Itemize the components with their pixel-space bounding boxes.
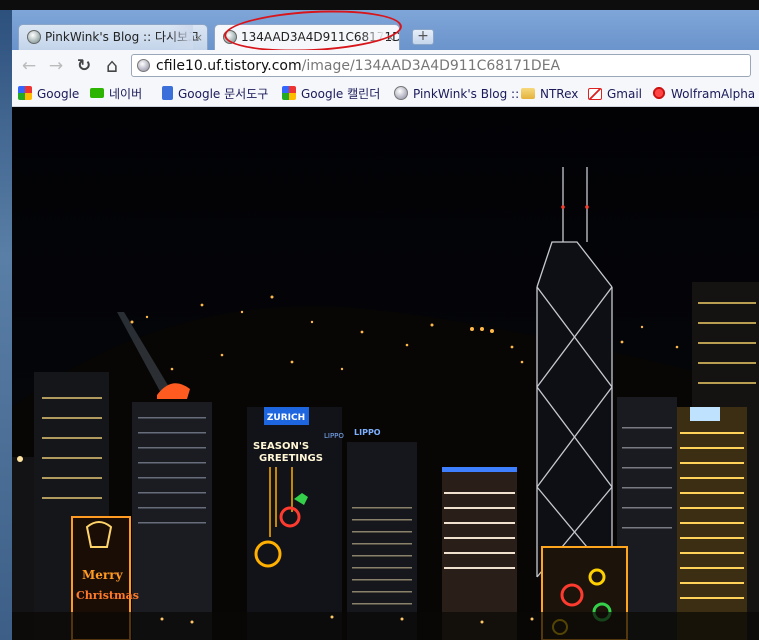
tower-flag [132, 402, 212, 640]
forward-button[interactable]: → [45, 55, 67, 77]
greetings-line-2: GREETINGS [259, 453, 323, 464]
tower-lippo [347, 442, 417, 640]
bookmark-naver[interactable]: 네이버 [90, 85, 142, 103]
tower-yellow-sign [690, 407, 720, 421]
bookmark-google-docs[interactable]: Google 문서도구 [162, 85, 268, 103]
tab-title-fade [169, 25, 193, 49]
wolfram-icon [652, 86, 666, 100]
folder-icon [521, 88, 535, 99]
navigation-toolbar: ← → ↻ ⌂ cfile10.uf.tistory.com/image/134… [12, 50, 759, 81]
building-light [17, 456, 23, 462]
page-content-image: ZURICH SEASON'S GREETINGS LIPPO LIPPO Me… [12, 107, 759, 640]
home-button[interactable]: ⌂ [101, 55, 123, 77]
lippo-sign: LIPPO [354, 428, 381, 437]
reload-button[interactable]: ↻ [73, 55, 95, 77]
night-skyline-photo: ZURICH SEASON'S GREETINGS LIPPO LIPPO Me… [12, 107, 759, 640]
tab-strip: PinkWink's Blog :: 다시보고 × 134AAD3A4D911C… [12, 6, 759, 56]
tab-pinkwink-blog[interactable]: PinkWink's Blog :: 다시보고 × [18, 24, 208, 50]
zurich-sign-text: ZURICH [267, 413, 305, 423]
url-path: /image/134AAD3A4D911C68171DEA [301, 58, 561, 74]
naver-icon [90, 88, 104, 98]
antenna-light [561, 205, 565, 209]
desktop-edge [0, 0, 12, 640]
globe-icon [137, 59, 150, 72]
address-bar[interactable]: cfile10.uf.tistory.com/image/134AAD3A4D9… [131, 54, 751, 77]
bookmark-ntrex[interactable]: NTRex [521, 85, 578, 103]
bookmark-google-calendar[interactable]: Google 캘린더 [282, 85, 380, 103]
foreground-waterfront [12, 612, 759, 640]
url-host: cfile10.uf.tistory.com [156, 58, 302, 74]
bookmark-google[interactable]: Google [18, 85, 79, 103]
bookmarks-bar: Google 네이버 Google 문서도구 Google 캘린더 PinkWi… [12, 81, 759, 107]
tower-bank-of-china [537, 242, 612, 577]
antenna-light [585, 205, 589, 209]
url-text: cfile10.uf.tistory.com/image/134AAD3A4D9… [156, 56, 560, 76]
back-button[interactable]: ← [18, 55, 40, 77]
bookmark-wolframalpha[interactable]: WolframAlpha [652, 85, 755, 103]
lippo-sign-small: LIPPO [324, 432, 344, 440]
browser-window: PinkWink's Blog :: 다시보고 × 134AAD3A4D911C… [12, 6, 759, 640]
gmail-icon [588, 88, 602, 100]
google-icon [282, 86, 296, 100]
desktop-top-strip [0, 0, 759, 10]
christmas-sign-text: Christmas [76, 589, 139, 602]
google-icon [18, 86, 32, 100]
globe-icon [394, 86, 408, 100]
merry-sign-text: Merry [82, 568, 124, 582]
bookmark-pinkwink-blog[interactable]: PinkWink's Blog :: [394, 85, 519, 103]
new-tab-button[interactable]: + [412, 29, 434, 45]
tower-striped-crown [442, 467, 517, 472]
bookmark-gmail[interactable]: Gmail [588, 85, 642, 103]
close-icon[interactable]: × [194, 25, 203, 50]
greetings-line-1: SEASON'S [253, 441, 309, 452]
globe-icon [27, 30, 41, 44]
google-docs-icon [162, 86, 173, 100]
